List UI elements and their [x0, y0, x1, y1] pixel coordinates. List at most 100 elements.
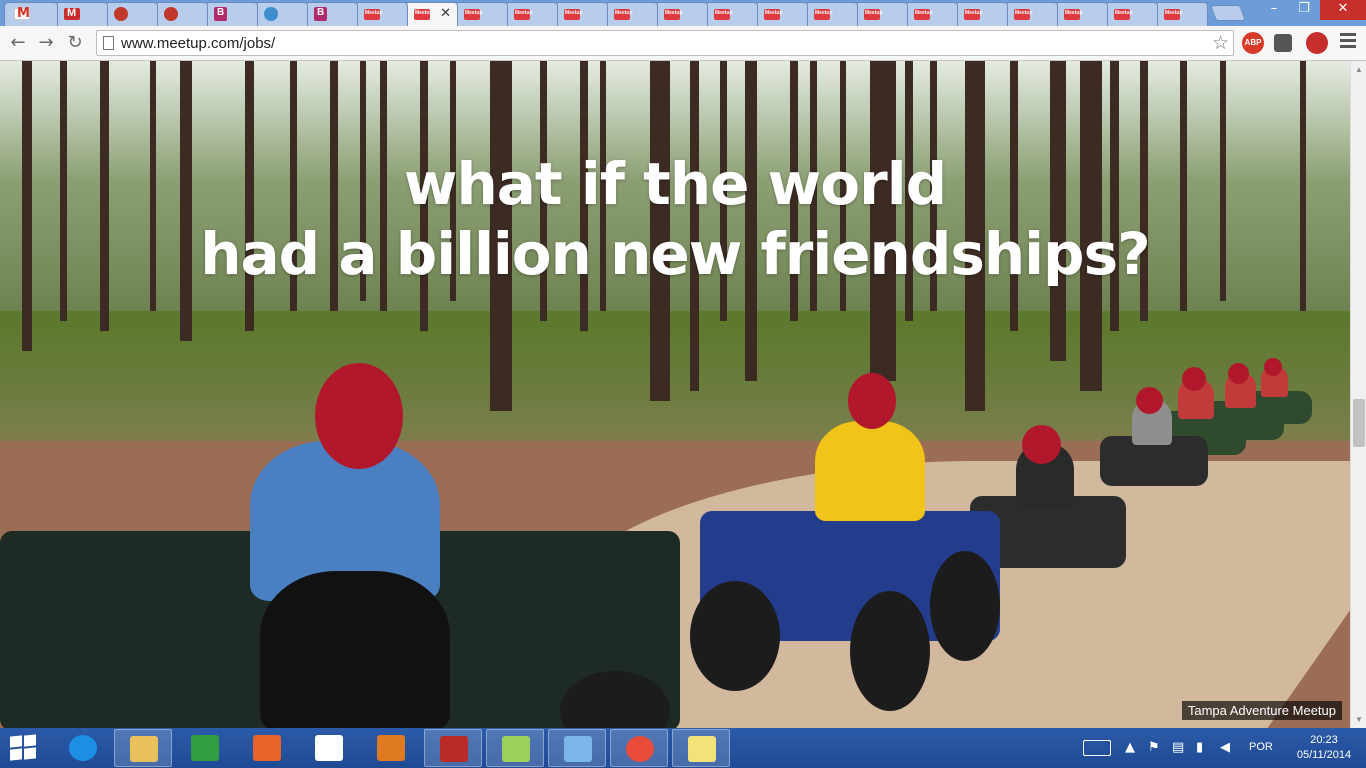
browser-tab[interactable] — [354, 2, 408, 26]
browser-toolbar: ← → ↻ www.meetup.com/jobs/ ☆ ABP — [0, 26, 1366, 61]
hero-headline: what if the world had a billion new frie… — [0, 149, 1350, 289]
taskbar-filezilla[interactable] — [424, 729, 482, 767]
url-text[interactable]: www.meetup.com/jobs/ — [121, 35, 275, 52]
volume-icon[interactable]: ◀ — [1220, 740, 1230, 755]
browser-tab[interactable] — [54, 2, 108, 26]
back-button[interactable]: ← — [6, 31, 30, 55]
taskbar-virtualbox[interactable] — [548, 729, 606, 767]
meetup-icon — [864, 9, 883, 20]
helmet — [1264, 358, 1282, 376]
browser-tab[interactable] — [304, 2, 358, 26]
taskbar-notepad-plus[interactable] — [486, 729, 544, 767]
clock[interactable]: 20:23 05/11/2014 — [1286, 733, 1362, 763]
helmet — [848, 373, 896, 429]
taskbar-internet-explorer[interactable] — [54, 729, 112, 767]
scroll-down-icon[interactable]: ▼ — [1355, 715, 1363, 724]
browser-tab[interactable] — [254, 2, 308, 26]
forward-button[interactable]: → — [34, 31, 58, 55]
browser-tab[interactable] — [504, 2, 558, 26]
browser-tab[interactable]: ✕ — [404, 2, 458, 26]
red-circle-icon — [164, 7, 178, 21]
taskbar-media-app[interactable] — [362, 729, 420, 767]
media-app-icon — [377, 735, 405, 761]
adblock-plus-icon[interactable]: ABP — [1242, 32, 1264, 54]
meetup-icon — [914, 9, 933, 20]
taskbar-file-explorer[interactable] — [114, 729, 172, 767]
extension-icon[interactable] — [1274, 34, 1292, 52]
minimize-button[interactable]: – — [1260, 0, 1288, 20]
meetup-icon — [664, 9, 683, 20]
taskbar-amazon[interactable] — [300, 729, 358, 767]
meetup-icon — [614, 9, 633, 20]
internet-explorer-icon — [69, 735, 97, 761]
browser-tab[interactable] — [4, 2, 58, 26]
taskbar-windows-store[interactable] — [176, 729, 234, 767]
browser-tab[interactable] — [454, 2, 508, 26]
meetup-icon — [514, 9, 533, 20]
helmet — [1182, 367, 1206, 391]
close-window-button[interactable]: ✕ — [1320, 0, 1366, 20]
scroll-thumb[interactable] — [1353, 399, 1365, 447]
browser-tab[interactable] — [1054, 2, 1108, 26]
b-pink-icon — [214, 7, 227, 21]
browser-tab[interactable] — [854, 2, 908, 26]
action-center-icon[interactable]: ⚑ — [1148, 740, 1160, 755]
helmet — [315, 363, 403, 469]
browser-tab[interactable] — [104, 2, 158, 26]
show-hidden-icons-icon[interactable]: ▲ — [1125, 740, 1135, 755]
power-extension-icon[interactable] — [1306, 32, 1328, 54]
close-tab-icon[interactable]: ✕ — [440, 6, 451, 21]
globe-icon — [264, 7, 278, 21]
browser-tab[interactable] — [554, 2, 608, 26]
browser-tab[interactable] — [954, 2, 1008, 26]
browser-tab[interactable] — [1154, 2, 1208, 26]
keyboard-icon[interactable] — [1083, 740, 1111, 756]
browser-tab[interactable] — [654, 2, 708, 26]
chrome-icon — [626, 736, 654, 762]
page-icon — [103, 36, 114, 50]
browser-tab[interactable] — [1104, 2, 1158, 26]
browser-tab[interactable] — [1004, 2, 1058, 26]
network-icon[interactable]: ▤ — [1172, 740, 1184, 755]
clock-time: 20:23 — [1310, 734, 1338, 746]
app-orange-icon — [253, 735, 281, 761]
browser-tab[interactable] — [904, 2, 958, 26]
virtualbox-icon — [564, 736, 592, 762]
wheel — [690, 581, 780, 691]
meetup-icon — [764, 9, 783, 20]
helmet — [1022, 424, 1061, 464]
meetup-icon — [1164, 9, 1183, 20]
meetup-icon — [714, 9, 733, 20]
input-language[interactable]: POR — [1249, 741, 1273, 753]
taskbar-chrome[interactable] — [610, 729, 668, 767]
maximize-button[interactable]: ❐ — [1290, 0, 1318, 20]
meetup-icon — [414, 9, 433, 20]
browser-tab[interactable] — [204, 2, 258, 26]
meetup-icon — [1114, 9, 1133, 20]
power-icon[interactable]: ▮ — [1196, 740, 1203, 755]
browser-tab[interactable] — [754, 2, 808, 26]
rider — [260, 571, 450, 728]
file-explorer-icon — [130, 736, 158, 762]
browser-tab[interactable] — [704, 2, 758, 26]
rider — [815, 421, 925, 521]
new-tab-button[interactable] — [1210, 5, 1246, 21]
address-bar[interactable]: www.meetup.com/jobs/ ☆ — [96, 30, 1234, 56]
meetup-icon — [1064, 9, 1083, 20]
browser-tab[interactable] — [604, 2, 658, 26]
reload-button[interactable]: ↻ — [63, 31, 87, 55]
helmet — [1228, 362, 1249, 384]
browser-tab[interactable] — [804, 2, 858, 26]
meetup-icon — [814, 9, 833, 20]
chrome-menu-icon[interactable] — [1340, 33, 1356, 53]
bookmark-star-icon[interactable]: ☆ — [1212, 31, 1229, 55]
gmail-icon — [14, 6, 30, 21]
vertical-scrollbar[interactable]: ▲ ▼ — [1350, 61, 1366, 728]
wheel — [930, 551, 1000, 661]
start-button[interactable] — [10, 734, 38, 762]
browser-tab[interactable] — [154, 2, 208, 26]
m-red-icon — [64, 7, 80, 20]
scroll-up-icon[interactable]: ▲ — [1355, 65, 1363, 74]
taskbar-app-orange[interactable] — [238, 729, 296, 767]
taskbar-sticky-notes[interactable] — [672, 729, 730, 767]
